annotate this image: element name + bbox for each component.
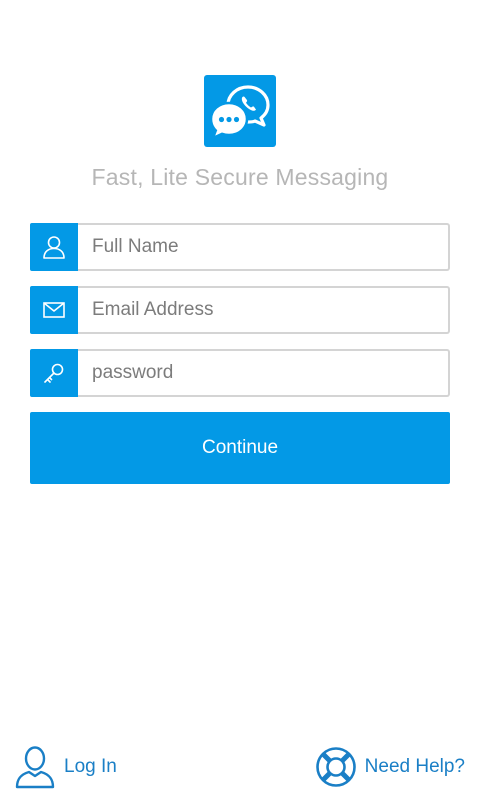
signup-screen: Fast, Lite Secure Messaging Continu (0, 0, 480, 800)
need-help-link[interactable]: Need Help? (315, 744, 465, 790)
continue-button[interactable]: Continue (30, 412, 450, 484)
user-outline-icon (15, 746, 55, 789)
password-icon-box (30, 349, 78, 397)
full-name-field (30, 223, 450, 271)
login-link[interactable]: Log In (14, 744, 117, 790)
user-icon (43, 236, 65, 259)
password-input[interactable] (78, 349, 450, 397)
email-icon-box (30, 286, 78, 334)
login-label: Log In (64, 756, 117, 777)
email-field (30, 286, 450, 334)
tagline: Fast, Lite Secure Messaging (91, 164, 389, 190)
app-logo (204, 75, 276, 147)
lifebuoy-icon (315, 747, 356, 787)
chat-bubbles-icon (209, 85, 270, 141)
full-name-input[interactable] (78, 223, 450, 271)
envelope-icon (43, 302, 65, 318)
full-name-icon-box (30, 223, 78, 271)
password-field (30, 349, 450, 397)
need-help-label: Need Help? (364, 756, 465, 777)
email-input[interactable] (78, 286, 450, 334)
key-icon (44, 363, 64, 383)
